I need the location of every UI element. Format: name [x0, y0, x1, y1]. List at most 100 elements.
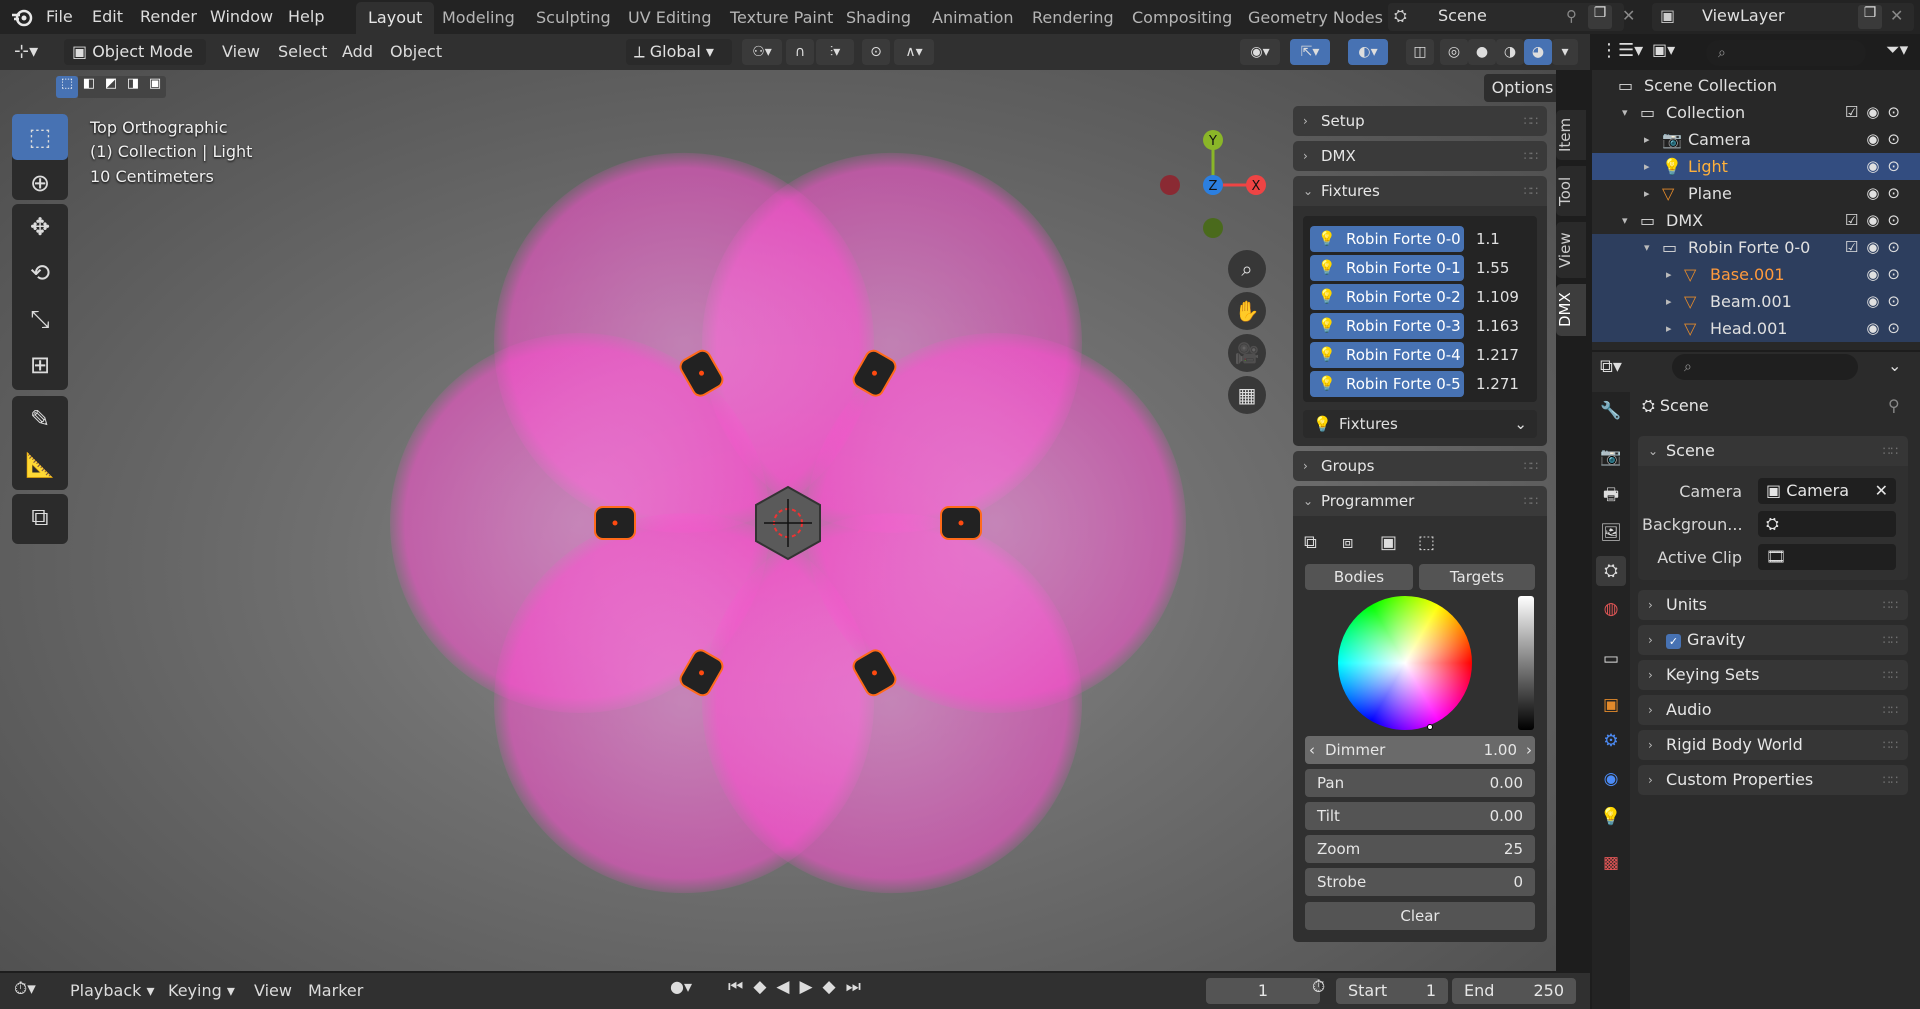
scale-icon[interactable]: ⤡	[12, 296, 68, 342]
rotate-icon[interactable]: ⟲	[12, 250, 68, 296]
scene-tab-icon[interactable]: ⛭	[1596, 556, 1626, 586]
camera-view-icon[interactable]: 🎥	[1228, 334, 1266, 372]
end-frame-field[interactable]: End 250	[1452, 978, 1576, 1004]
zoom-icon[interactable]: ⌕	[1228, 250, 1266, 288]
navigation-gizmo[interactable]: Y X Z	[1148, 120, 1278, 250]
panel-rigid-body-world[interactable]: › Rigid Body World ∷∷	[1638, 730, 1908, 760]
scene-panel-header[interactable]: ⌄ Scene ∷∷	[1638, 436, 1908, 466]
visibility-toggles[interactable]: ◉⊙	[1866, 180, 1908, 207]
outliner-row[interactable]: ▸ ▽ Base.001 ◉⊙	[1592, 261, 1920, 288]
tab-uv-editing[interactable]: UV Editing	[616, 2, 723, 34]
side-tab-item[interactable]: Item	[1556, 110, 1586, 160]
active-clip-field[interactable]: 🎞	[1758, 544, 1896, 570]
collection-tab-icon[interactable]: ▭	[1596, 644, 1626, 674]
expand-arrow-icon[interactable]: ▸	[1666, 288, 1672, 315]
physics-tab-icon[interactable]: ◉	[1596, 764, 1626, 794]
object-tab-icon[interactable]: ▣	[1596, 690, 1626, 720]
new-scene-icon[interactable]: ❐	[1588, 5, 1612, 29]
modifiers-tab-icon[interactable]: ⚙	[1596, 726, 1626, 756]
visibility-icon[interactable]: ◉▾	[1240, 39, 1280, 65]
menu-help[interactable]: Help	[280, 0, 332, 34]
outliner-row[interactable]: ▸ 💡 Light ◉⊙	[1592, 153, 1920, 180]
groups-panel-header[interactable]: › Groups ∷∷	[1293, 451, 1547, 481]
slider-dimmer[interactable]: ‹ › Dimmer 1.00	[1305, 736, 1535, 764]
pin-icon[interactable]: ⚲	[1566, 7, 1577, 25]
dmx-panel-header[interactable]: › DMX ∷∷	[1293, 141, 1547, 171]
color-wheel[interactable]	[1338, 596, 1472, 730]
outliner-row[interactable]: ▭ Scene Collection	[1592, 72, 1920, 99]
expand-arrow-icon[interactable]: ▾	[1622, 99, 1628, 126]
tab-shading[interactable]: Shading	[834, 2, 923, 34]
blender-logo-icon[interactable]	[10, 5, 34, 29]
menu-view[interactable]: View	[222, 34, 260, 70]
tab-sculpting[interactable]: Sculpting	[524, 2, 623, 34]
menu-edit[interactable]: Edit	[84, 0, 131, 34]
start-frame-field[interactable]: Start 1	[1336, 978, 1448, 1004]
visibility-toggles[interactable]: ◉⊙	[1866, 153, 1908, 180]
texture-tab-icon[interactable]: ▩	[1596, 848, 1626, 878]
gizmo-icon[interactable]: ⇱▾	[1290, 39, 1330, 65]
panel-custom-properties[interactable]: › Custom Properties ∷∷	[1638, 765, 1908, 795]
properties-options-icon[interactable]: ⌄	[1888, 356, 1901, 375]
camera-field[interactable]: ▣ Camera ✕	[1758, 478, 1896, 504]
select-subtract-icon[interactable]: ◩	[100, 76, 122, 98]
menu-select[interactable]: Select	[278, 34, 327, 70]
decrement-icon[interactable]: ‹	[1309, 736, 1315, 764]
visibility-toggles[interactable]: ◉⊙	[1866, 288, 1908, 315]
close-view-layer-icon[interactable]: ✕	[1890, 6, 1903, 25]
tab-modeling[interactable]: Modeling	[430, 2, 527, 34]
select-extend-icon[interactable]: ◧	[78, 76, 100, 98]
tab-rendering[interactable]: Rendering	[1020, 2, 1126, 34]
render-tab-icon[interactable]: 📷	[1596, 442, 1626, 472]
shading-options-icon[interactable]: ▾	[1552, 39, 1578, 65]
menu-window[interactable]: Window	[202, 0, 281, 34]
menu-playback[interactable]: Playback ▾	[70, 973, 155, 1009]
expand-arrow-icon[interactable]: ▸	[1644, 153, 1650, 180]
proportional-edit-icon[interactable]: ⊙	[862, 39, 890, 65]
menu-add[interactable]: Add	[342, 34, 373, 70]
rendered-shading-icon[interactable]: ◕	[1524, 39, 1552, 65]
slider-pan[interactable]: Pan 0.00	[1305, 769, 1535, 797]
expand-arrow-icon[interactable]: ▾	[1622, 207, 1628, 234]
select-invert-fixtures-icon[interactable]: ⧈	[1342, 532, 1353, 553]
visibility-toggles[interactable]: ◉⊙	[1866, 315, 1908, 342]
output-tab-icon[interactable]: 🖶	[1596, 480, 1626, 510]
setup-panel-header[interactable]: › Setup ∷∷	[1293, 106, 1547, 136]
panel-audio[interactable]: › Audio ∷∷	[1638, 695, 1908, 725]
cursor-icon[interactable]: ⊕	[12, 160, 68, 206]
play-reverse-icon[interactable]: ◀	[776, 977, 799, 997]
outliner-row[interactable]: ▸ ▽ Plane ◉⊙	[1592, 180, 1920, 207]
snap-target-icon[interactable]: ⫶▾	[816, 39, 854, 65]
background-field[interactable]: ⛭	[1758, 511, 1896, 537]
gravity-checkbox[interactable]: ✓	[1666, 634, 1681, 649]
menu-render[interactable]: Render	[132, 0, 205, 34]
current-frame-field[interactable]: 1	[1206, 978, 1320, 1004]
fixture-row[interactable]: 💡 Robin Forte 0-1	[1310, 255, 1464, 281]
select-new-icon[interactable]: ⬚	[56, 76, 78, 98]
visibility-toggles[interactable]: ◉⊙	[1866, 261, 1908, 288]
material-shading-icon[interactable]: ◑	[1496, 39, 1524, 65]
select-box-icon[interactable]: ⬚	[12, 114, 68, 160]
bodies-button[interactable]: Bodies	[1305, 564, 1413, 590]
side-tab-dmx[interactable]: DMX	[1556, 284, 1586, 336]
tab-layout[interactable]: Layout	[356, 2, 435, 34]
panel-keying-sets[interactable]: › Keying Sets ∷∷	[1638, 660, 1908, 690]
programmer-panel-header[interactable]: ⌄ Programmer ∷∷	[1293, 486, 1547, 516]
side-tab-view[interactable]: View	[1556, 222, 1586, 278]
outliner-editor-icon[interactable]: ⋮☰▾	[1600, 40, 1643, 61]
view-layer-selector[interactable]: ▣ ViewLayer ❐ ✕	[1652, 3, 1914, 31]
expand-arrow-icon[interactable]: ▸	[1666, 315, 1672, 342]
menu-marker[interactable]: Marker	[308, 973, 363, 1009]
menu-file[interactable]: File	[38, 0, 81, 34]
falloff-icon[interactable]: ∧▾	[894, 39, 934, 65]
options-button[interactable]: Options ▾	[1484, 74, 1556, 102]
panel-units[interactable]: › Units ∷∷	[1638, 590, 1908, 620]
jump-end-icon[interactable]: ⏭	[846, 977, 871, 997]
properties-pin-icon[interactable]: ⚲	[1888, 396, 1900, 415]
visibility-toggles[interactable]: ☑◉⊙	[1845, 207, 1908, 234]
slider-zoom[interactable]: Zoom 25	[1305, 835, 1535, 863]
targets-button[interactable]: Targets	[1419, 564, 1535, 590]
visibility-toggles[interactable]: ☑◉⊙	[1845, 99, 1908, 126]
record-icon[interactable]: ●▾	[670, 977, 692, 996]
visibility-toggles[interactable]: ◉⊙	[1866, 126, 1908, 153]
